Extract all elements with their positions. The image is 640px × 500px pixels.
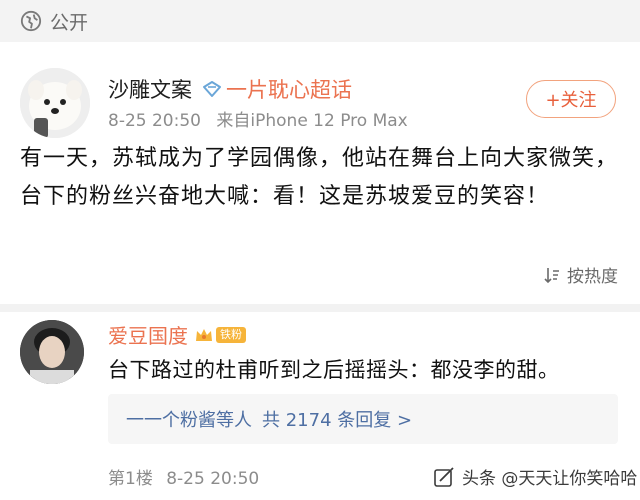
comment-avatar[interactable] bbox=[20, 320, 84, 384]
watermark: 头条 @天天让你笑哈哈 bbox=[434, 464, 637, 489]
comment-date: 8-25 20:50 bbox=[166, 469, 260, 489]
supertopic-diamond-icon bbox=[203, 81, 221, 97]
post-date: 8-25 20:50 bbox=[108, 111, 201, 131]
person-avatar-icon bbox=[20, 320, 84, 384]
globe-icon bbox=[20, 10, 42, 32]
sort-icon bbox=[544, 267, 559, 283]
sort-label: 按热度 bbox=[567, 267, 618, 287]
comment-author-name[interactable]: 爱豆国度 bbox=[108, 320, 188, 349]
avatar[interactable] bbox=[20, 68, 90, 138]
crown-icon bbox=[196, 328, 212, 341]
post-text: 有一天，苏轼成为了学园偶像，他站在舞台上向大家微笑，台下的粉丝兴奋地大喊：看！这… bbox=[20, 146, 619, 209]
post-meta: 8-25 20:50 来自iPhone 12 Pro Max bbox=[108, 106, 408, 131]
supertopic-link[interactable]: 一片耽心超话 bbox=[226, 74, 352, 104]
watermark-text: 头条 @天天让你笑哈哈 bbox=[462, 469, 638, 489]
comment-floor: 第1楼 bbox=[108, 469, 153, 489]
post-source: 来自iPhone 12 Pro Max bbox=[216, 111, 408, 131]
replies-summary[interactable]: 一一个粉酱等人 共 2174 条回复 > bbox=[108, 394, 618, 444]
toutiao-icon bbox=[434, 466, 454, 487]
post-author-name[interactable]: 沙雕文案 bbox=[108, 74, 192, 104]
comment-item: 爱豆国度 铁粉 台下路过的杜甫听到之后摇摇头：都没李的甜。 一一个粉酱等人 共 … bbox=[0, 312, 640, 500]
comment-meta: 第1楼 8-25 20:50 bbox=[108, 464, 259, 489]
comment-author-line: 爱豆国度 铁粉 bbox=[108, 320, 246, 349]
visibility-label: 公开 bbox=[50, 11, 89, 34]
comment-text: 台下路过的杜甫听到之后摇摇头：都没李的甜。 bbox=[108, 358, 560, 382]
reply-count-link[interactable]: 共 2174 条回复 > bbox=[262, 406, 412, 432]
post-author-line: 沙雕文案 一片耽心超话 bbox=[108, 74, 352, 104]
post-card: 沙雕文案 一片耽心超话 8-25 20:50 来自iPhone 12 Pro M… bbox=[0, 42, 640, 304]
fan-badge: 铁粉 bbox=[216, 326, 246, 343]
dog-avatar-icon bbox=[20, 68, 90, 138]
visibility-bar: 公开 bbox=[0, 0, 640, 42]
reply-users: 一一个粉酱等人 bbox=[126, 410, 252, 431]
follow-button[interactable]: +关注 bbox=[526, 80, 616, 118]
section-divider bbox=[0, 304, 640, 312]
sort-toggle[interactable]: 按热度 bbox=[543, 262, 618, 287]
